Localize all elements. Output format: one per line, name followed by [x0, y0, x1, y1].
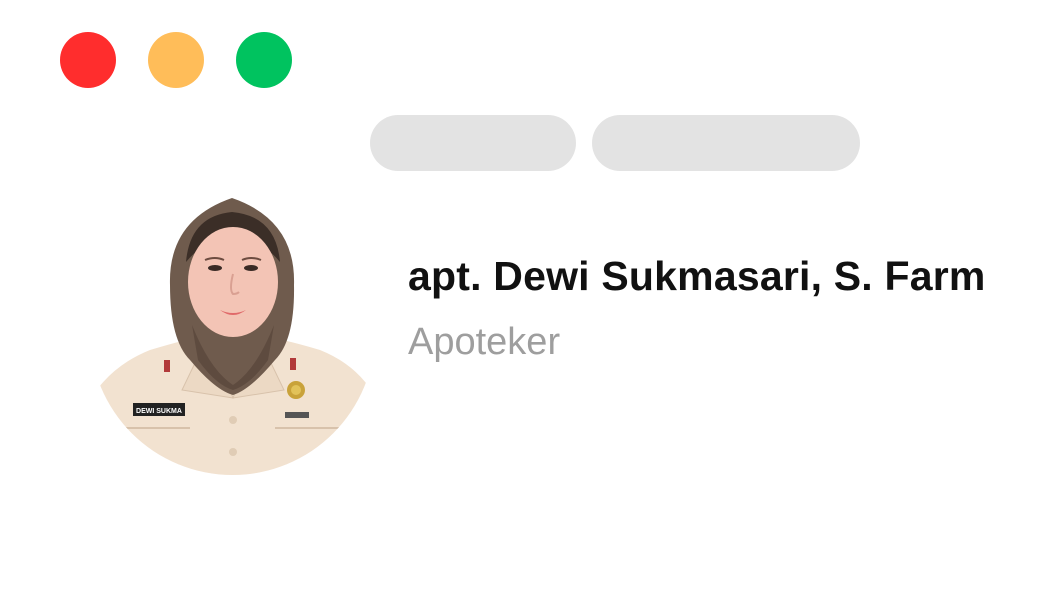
- profile-role: Apoteker: [408, 321, 561, 363]
- placeholder-pill: [592, 115, 860, 171]
- profile-info: apt. Dewi Sukmasari, S. Farm Apoteker: [408, 248, 986, 368]
- profile-photo-icon: DEWI SUKMA: [90, 198, 375, 475]
- name-tag-text: DEWI SUKMA: [136, 408, 182, 415]
- placeholder-bars: [370, 115, 860, 171]
- window-controls: [60, 32, 292, 88]
- close-window-button[interactable]: [60, 32, 116, 88]
- maximize-window-button[interactable]: [236, 32, 292, 88]
- profile-name: apt. Dewi Sukmasari, S. Farm: [408, 253, 986, 299]
- minimize-window-button[interactable]: [148, 32, 204, 88]
- profile-avatar: DEWI SUKMA: [90, 190, 375, 475]
- placeholder-pill: [370, 115, 576, 171]
